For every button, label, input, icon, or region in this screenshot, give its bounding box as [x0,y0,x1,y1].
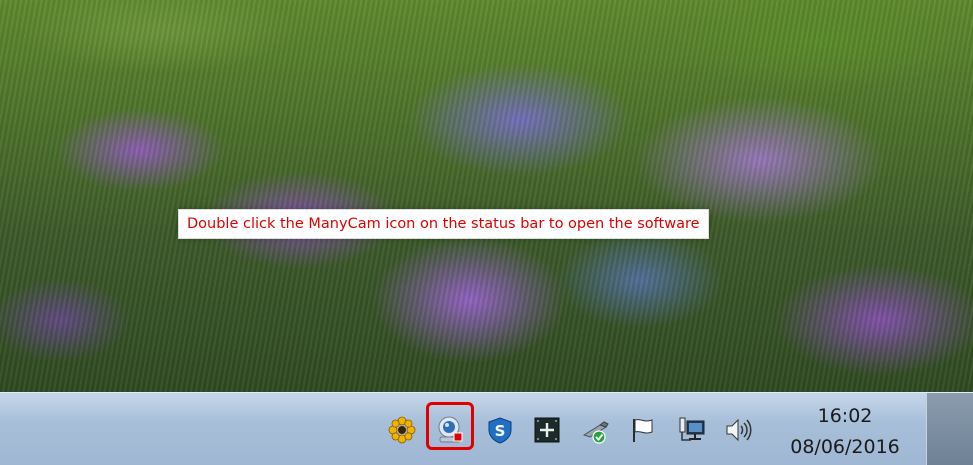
show-desktop-button[interactable] [926,393,973,465]
volume-icon[interactable] [723,415,753,445]
taskbar: S 16:02 08/06/2016 [0,392,973,465]
sun-icon[interactable] [387,415,417,445]
action-center-flag-icon[interactable] [627,415,657,445]
manycam-webcam-icon[interactable] [435,415,465,445]
clock-time: 16:02 [817,405,873,427]
usb-device-icon[interactable] [580,415,610,445]
desktop-wallpaper [0,0,973,392]
system-clock[interactable]: 16:02 08/06/2016 [770,399,920,459]
security-s-icon[interactable]: S [485,415,515,445]
network-icon[interactable] [677,415,707,445]
clock-date: 08/06/2016 [790,436,900,458]
instruction-callout: Double click the ManyCam icon on the sta… [178,209,709,239]
safely-remove-icon[interactable] [532,415,562,445]
svg-text:S: S [495,422,506,440]
